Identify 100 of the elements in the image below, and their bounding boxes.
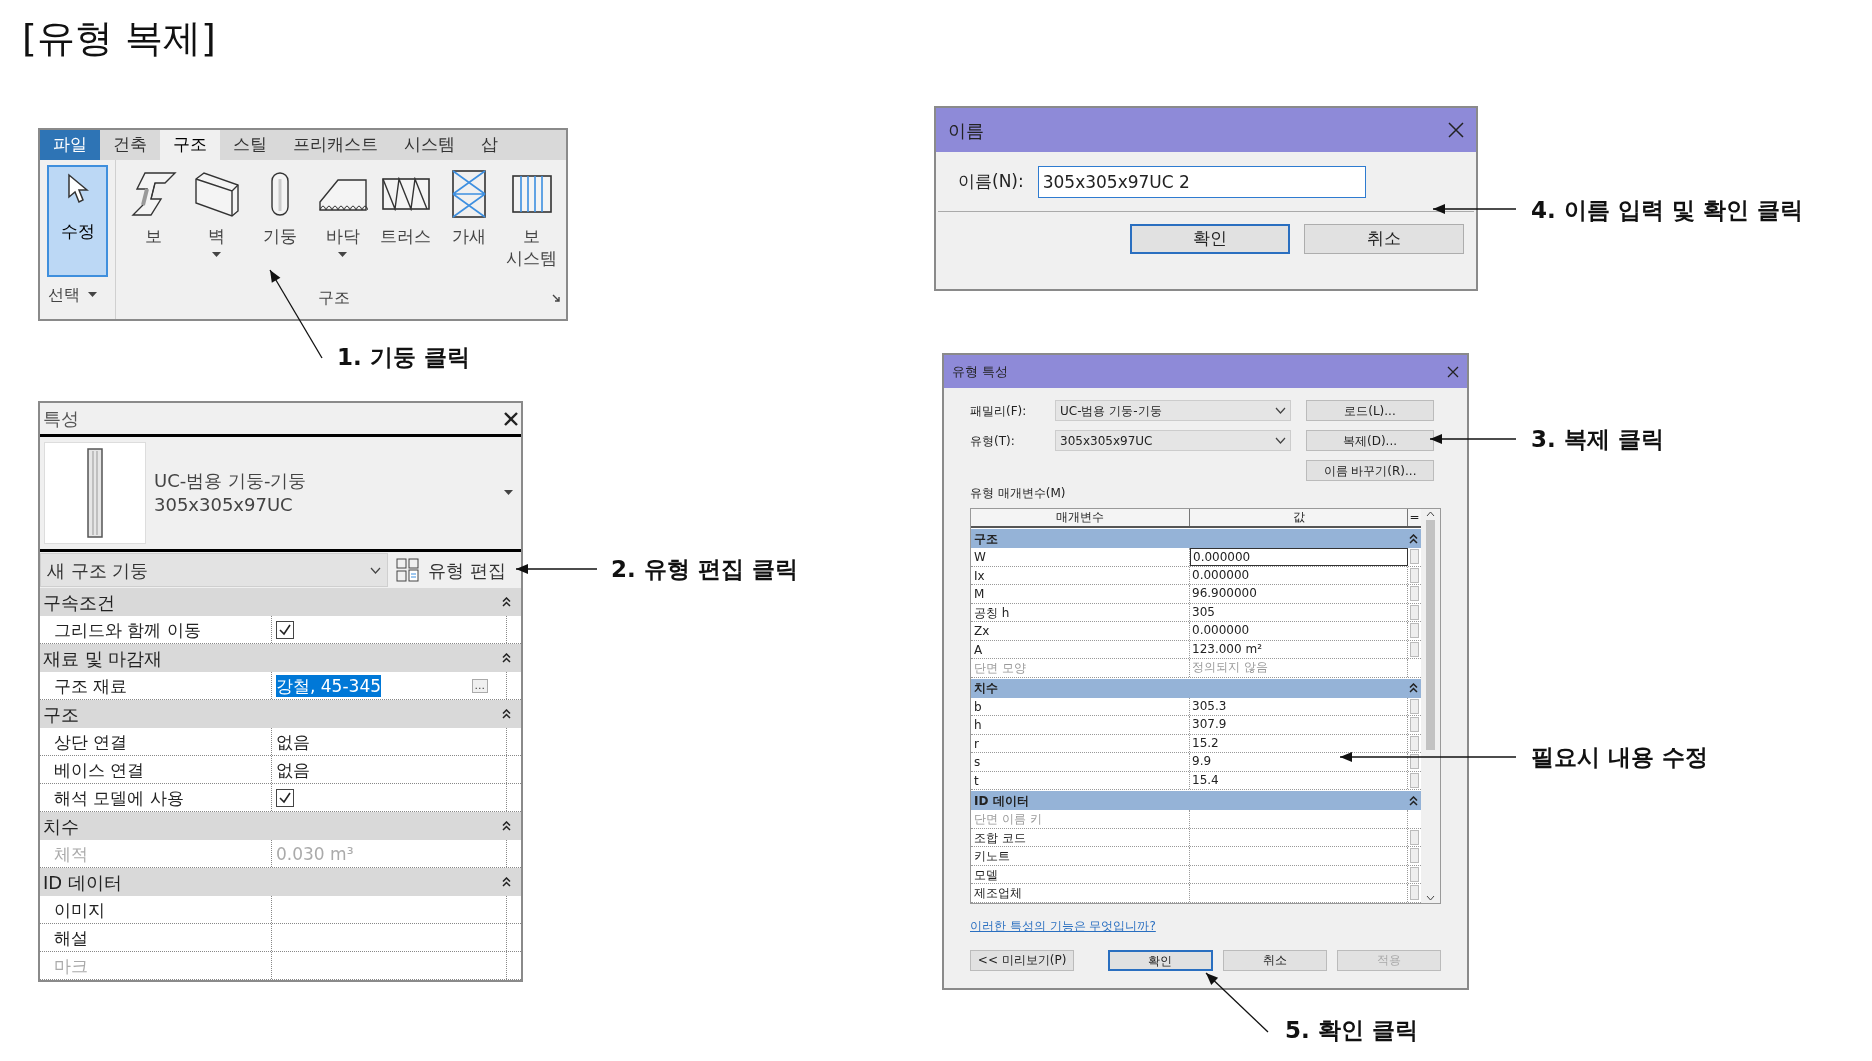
scrollbar[interactable] <box>1421 509 1440 903</box>
dialog-button[interactable]: 확인 <box>1130 224 1290 254</box>
column-icon <box>84 447 106 539</box>
property-value: 0.030 m³ <box>276 842 354 865</box>
parameter-label: Zx <box>971 622 1190 640</box>
collapse-icon[interactable] <box>502 653 511 663</box>
ribbon-tab[interactable]: 시스템 <box>391 130 468 160</box>
field-label: 패밀리(F): <box>970 402 1028 420</box>
collapse-icon[interactable] <box>1409 533 1418 544</box>
parameter-label: W <box>971 548 1190 566</box>
family-name: UC-범용 기둥-기둥 <box>154 469 308 493</box>
checkbox[interactable] <box>276 788 294 807</box>
dropdown-caret-icon <box>212 252 221 258</box>
value-cell[interactable]: 307.9 <box>1190 716 1408 734</box>
ribbon-tool[interactable]: 보 시스템 <box>500 168 563 269</box>
group-title: ID 데이터 <box>43 870 122 895</box>
ribbon-tab[interactable]: 삽 <box>468 130 511 160</box>
formula-button[interactable] <box>1410 754 1419 770</box>
brace-icon <box>450 169 487 219</box>
chevron-down-icon <box>370 566 381 574</box>
dropdown-caret-icon <box>338 252 347 258</box>
chevron-down-icon <box>1275 407 1286 414</box>
parameter-label: 공칭 h <box>971 603 1190 621</box>
property-label: 이미지 <box>40 896 272 923</box>
dropdown-field[interactable]: 305x305x97UC <box>1055 430 1291 451</box>
ribbon-tool[interactable]: 바닥 <box>311 168 374 258</box>
property-label: 해석 모델에 사용 <box>40 784 272 811</box>
parameter-label: 모델 <box>971 865 1190 883</box>
checkbox[interactable] <box>276 620 294 639</box>
value-cell[interactable]: 0.000000 <box>1190 548 1408 566</box>
value-cell[interactable]: 강철, 45-345 ... <box>272 672 507 699</box>
property-value: 강철, 45-345 <box>276 674 382 697</box>
dialog-button[interactable]: 복제(D)... <box>1306 430 1434 451</box>
collapse-icon[interactable] <box>502 821 511 831</box>
edit-type-icon <box>396 558 420 582</box>
value-cell[interactable]: 0.000000 <box>1190 566 1408 584</box>
scroll-down-icon[interactable] <box>1426 894 1435 901</box>
field-label: 이름(N): <box>958 169 1024 193</box>
type-name: 305x305x97UC <box>154 493 294 517</box>
ribbon-tool[interactable]: 보 <box>122 168 185 247</box>
property-value: 없음 <box>276 758 310 781</box>
group-title: 치수 <box>974 680 998 697</box>
collapse-icon[interactable] <box>1409 795 1418 806</box>
ribbon-tool[interactable]: 가새 <box>437 168 500 247</box>
value-cell[interactable]: 123.000 m² <box>1190 640 1408 658</box>
dialog-launcher-icon[interactable] <box>552 294 560 302</box>
dialog-button[interactable]: 취소 <box>1222 949 1327 971</box>
dialog-button[interactable]: 취소 <box>1304 224 1464 254</box>
ribbon-tab[interactable]: 파일 <box>40 130 100 160</box>
property-label: 베이스 연결 <box>40 756 272 783</box>
value-cell[interactable]: 305.3 <box>1190 697 1408 715</box>
dialog-button[interactable]: 로드(L)... <box>1306 400 1434 421</box>
ribbon-tab[interactable]: 건축 <box>100 130 160 160</box>
ribbon-tool[interactable]: 트러스 <box>374 168 437 247</box>
collapse-icon[interactable] <box>502 877 511 887</box>
value-cell[interactable]: 305 <box>1190 603 1408 621</box>
parameter-label: s <box>971 753 1190 771</box>
ribbon-tool[interactable]: 기둥 <box>248 168 311 247</box>
dialog-title: 유형 특성 <box>952 362 1009 381</box>
property-label: 해설 <box>40 924 272 951</box>
value-cell[interactable]: 96.900000 <box>1190 585 1408 603</box>
close-icon[interactable] <box>504 411 518 426</box>
value-cell[interactable]: 15.4 <box>1190 771 1408 789</box>
dropdown-field[interactable]: UC-범용 기둥-기둥 <box>1055 400 1291 421</box>
panel-title: 특성 <box>43 407 79 431</box>
type-selector-caret-icon <box>504 490 513 496</box>
dropdown-caret-icon <box>88 292 97 298</box>
ribbon-tab[interactable]: 프리캐스트 <box>280 130 391 160</box>
annotation-label: 1. 기둥 클릭 <box>337 343 470 372</box>
modify-tool[interactable]: 수정 <box>47 165 108 277</box>
ribbon-tab[interactable]: 스틸 <box>220 130 280 160</box>
scroll-up-icon[interactable] <box>1426 511 1435 517</box>
beam-system-icon <box>510 174 553 214</box>
instance-selector[interactable]: 새 구조 기둥 <box>40 553 388 587</box>
chevron-down-icon <box>1275 437 1286 444</box>
collapse-icon[interactable] <box>1409 683 1418 693</box>
collapse-icon[interactable] <box>502 709 511 719</box>
collapse-icon[interactable] <box>502 597 511 607</box>
value-cell[interactable]: 0.000000 <box>1190 622 1408 640</box>
ribbon-tab[interactable]: 구조 <box>160 130 220 160</box>
value-cell[interactable]: 없음 <box>272 728 507 755</box>
dialog-button[interactable]: 확인 <box>1108 949 1213 971</box>
edit-type-button[interactable]: 유형 편집 <box>388 556 514 584</box>
value-cell[interactable]: 없음 <box>272 756 507 783</box>
ribbon-tool[interactable]: 벽 <box>185 168 248 258</box>
property-label: 상단 연결 <box>40 728 272 755</box>
parameter-label: 조합 코드 <box>971 828 1190 846</box>
column-header: = <box>1408 509 1421 526</box>
annotation-label: 2. 유형 편집 클릭 <box>611 555 798 584</box>
name-input[interactable]: 305x305x97UC 2 <box>1037 165 1366 198</box>
column-header: 값 <box>1190 509 1408 526</box>
help-link[interactable]: 이러한 특성의 기능은 무엇입니까? <box>944 916 1467 935</box>
page-title: [유형 복제] <box>22 15 216 62</box>
dialog-button[interactable]: 이름 바꾸기(R)... <box>1306 460 1434 481</box>
annotation-label: 5. 확인 클릭 <box>1285 1016 1418 1045</box>
value-cell[interactable]: 15.2 <box>1190 734 1408 752</box>
group-title: 치수 <box>43 814 79 839</box>
browse-button[interactable]: ... <box>471 678 488 693</box>
property-value: 없음 <box>276 730 310 753</box>
dialog-button[interactable]: << 미리보기(P) <box>970 949 1075 971</box>
